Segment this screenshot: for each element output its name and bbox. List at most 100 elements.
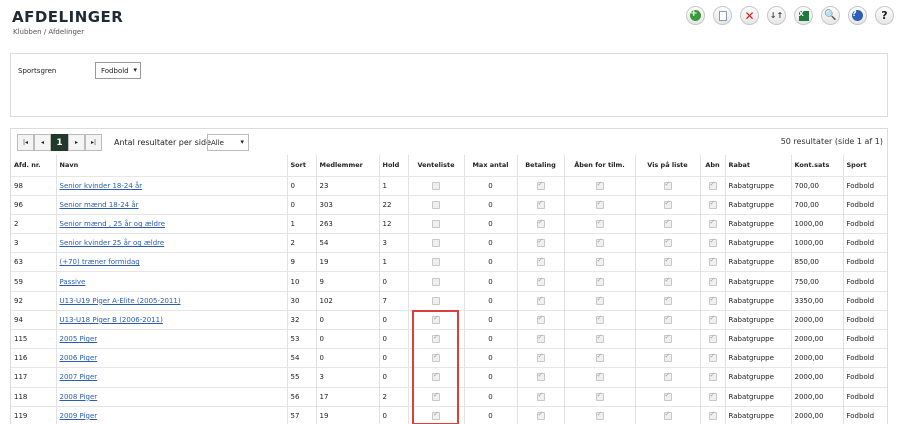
col-vis-paa-liste[interactable]: Vis på liste [635, 155, 701, 177]
betaling-checkbox[interactable] [536, 391, 545, 401]
department-link[interactable]: 2008 Piger [60, 393, 98, 401]
vis-paa-liste-checkbox[interactable] [663, 333, 672, 344]
venteliste-checkbox[interactable] [432, 219, 440, 228]
col-aaben-for-tilm[interactable]: Åben for tilm. [564, 155, 636, 177]
abn-checkbox[interactable] [708, 237, 717, 248]
col-afd-nr[interactable]: Afd. nr. [11, 155, 57, 177]
venteliste-checkbox[interactable] [432, 277, 440, 286]
col-navn[interactable]: Navn [56, 155, 288, 177]
table-row[interactable]: 96Senior mænd 18-24 år0303220Rabatgruppe… [11, 195, 887, 215]
betaling-checkbox[interactable] [536, 180, 545, 190]
abn-checkbox[interactable] [708, 314, 717, 324]
col-abn[interactable]: Abn [700, 155, 726, 177]
abn-checkbox[interactable] [708, 391, 717, 401]
next-page-button[interactable]: ▸ [68, 134, 85, 151]
vis-paa-liste-checkbox[interactable] [663, 410, 672, 420]
vis-paa-liste-checkbox[interactable] [663, 391, 672, 401]
abn-checkbox[interactable] [708, 333, 717, 344]
aaben-for-tilm-checkbox[interactable] [595, 237, 604, 248]
table-row[interactable]: 1162006 Piger54000Rabatgruppe2000,00Fodb… [11, 348, 887, 369]
venteliste-checkbox[interactable] [432, 333, 440, 344]
sportsgren-select[interactable]: Fodbold ▾ [95, 62, 141, 79]
table-row[interactable]: 98Senior kvinder 18-24 år02310Rabatgrupp… [11, 176, 887, 196]
betaling-checkbox[interactable] [536, 256, 545, 267]
abn-checkbox[interactable] [708, 199, 717, 209]
aaben-for-tilm-checkbox[interactable] [595, 218, 604, 228]
col-hold[interactable]: Hold [379, 155, 409, 177]
delete-button[interactable]: ✕ [740, 6, 759, 25]
table-row[interactable]: 94U13-U18 Piger B (2006-2011)32000Rabatg… [11, 310, 887, 331]
department-link[interactable]: Passive [60, 278, 86, 286]
vis-paa-liste-checkbox[interactable] [663, 237, 672, 248]
abn-checkbox[interactable] [708, 256, 717, 267]
betaling-checkbox[interactable] [536, 237, 545, 248]
vis-paa-liste-checkbox[interactable] [663, 218, 672, 228]
abn-checkbox[interactable] [708, 352, 717, 363]
aaben-for-tilm-checkbox[interactable] [595, 199, 604, 209]
aaben-for-tilm-checkbox[interactable] [595, 333, 604, 344]
vis-paa-liste-checkbox[interactable] [663, 352, 672, 363]
department-link[interactable]: 2007 Piger [60, 373, 98, 381]
col-medlemmer[interactable]: Medlemmer [316, 155, 380, 177]
venteliste-checkbox[interactable] [432, 352, 440, 363]
breadcrumb[interactable]: Klubben / Afdelinger [13, 28, 84, 36]
table-row[interactable]: 3Senior kvinder 25 år og ældre25430Rabat… [11, 233, 887, 254]
last-page-button[interactable]: ▸| [85, 134, 102, 151]
department-link[interactable]: 2009 Piger [60, 412, 98, 420]
current-page-button[interactable]: 1 [51, 134, 68, 151]
first-page-button[interactable]: |◂ [17, 134, 34, 151]
aaben-for-tilm-checkbox[interactable] [595, 371, 604, 382]
department-link[interactable]: Senior mænd , 25 år og ældre [60, 220, 166, 228]
venteliste-checkbox[interactable] [432, 181, 440, 190]
info-button[interactable]: ? [848, 6, 867, 25]
table-row[interactable]: 1172007 Piger55300Rabatgruppe2000,00Fodb… [11, 367, 887, 388]
aaben-for-tilm-checkbox[interactable] [595, 410, 604, 420]
vis-paa-liste-checkbox[interactable] [663, 180, 672, 190]
add-button[interactable]: + [686, 6, 705, 25]
vis-paa-liste-checkbox[interactable] [663, 199, 672, 209]
venteliste-checkbox[interactable] [432, 239, 440, 248]
col-sort[interactable]: Sort [287, 155, 317, 177]
search-button[interactable]: 🔍 [821, 6, 840, 25]
col-rabat[interactable]: Rabat [725, 155, 792, 177]
department-link[interactable]: Senior mænd 18-24 år [60, 201, 139, 209]
department-link[interactable]: U13-U18 Piger B (2006-2011) [60, 316, 163, 324]
department-link[interactable]: (+70) træner formidag [60, 258, 140, 266]
aaben-for-tilm-checkbox[interactable] [595, 256, 604, 267]
venteliste-checkbox[interactable] [432, 391, 440, 401]
vis-paa-liste-checkbox[interactable] [663, 314, 672, 324]
venteliste-checkbox[interactable] [432, 314, 440, 324]
abn-checkbox[interactable] [708, 180, 717, 190]
col-max-antal[interactable]: Max antal [464, 155, 518, 177]
vis-paa-liste-checkbox[interactable] [663, 371, 672, 382]
betaling-checkbox[interactable] [536, 295, 545, 305]
aaben-for-tilm-checkbox[interactable] [595, 352, 604, 363]
department-link[interactable]: Senior kvinder 25 år og ældre [60, 239, 165, 247]
table-row[interactable]: 1182008 Piger 56172 0 Rabatgruppe2000,00Fod… [11, 387, 887, 407]
aaben-for-tilm-checkbox[interactable] [595, 314, 604, 324]
col-sport[interactable]: Sport [843, 155, 887, 177]
betaling-checkbox[interactable] [536, 371, 545, 382]
col-betaling[interactable]: Betaling [517, 155, 565, 177]
venteliste-checkbox[interactable] [432, 371, 440, 382]
betaling-checkbox[interactable] [536, 218, 545, 228]
betaling-checkbox[interactable] [536, 314, 545, 324]
venteliste-checkbox[interactable] [432, 296, 440, 305]
table-row[interactable]: 1192009 Piger571900Rabatgruppe2000,00Fod… [11, 406, 887, 424]
vis-paa-liste-checkbox[interactable] [663, 295, 672, 305]
abn-checkbox[interactable] [708, 410, 717, 420]
department-link[interactable]: 2006 Piger [60, 354, 98, 362]
sort-button[interactable]: ↓↑ [767, 6, 786, 25]
col-venteliste[interactable]: Venteliste [408, 155, 465, 177]
table-row[interactable]: 63(+70) træner formidag 9191 0 Rabatgruppe8… [11, 252, 887, 273]
betaling-checkbox[interactable] [536, 410, 545, 420]
aaben-for-tilm-checkbox[interactable] [595, 180, 604, 190]
department-link[interactable]: U13-U19 Piger A-Elite (2005-2011) [60, 297, 181, 305]
abn-checkbox[interactable] [708, 218, 717, 228]
aaben-for-tilm-checkbox[interactable] [595, 391, 604, 401]
new-document-button[interactable] [713, 6, 732, 25]
excel-export-button[interactable]: X [794, 6, 813, 25]
betaling-checkbox[interactable] [536, 276, 545, 286]
table-row[interactable]: 59Passive10900Rabatgruppe750,00Fodbold [11, 271, 887, 292]
prev-page-button[interactable]: ◂ [34, 134, 51, 151]
